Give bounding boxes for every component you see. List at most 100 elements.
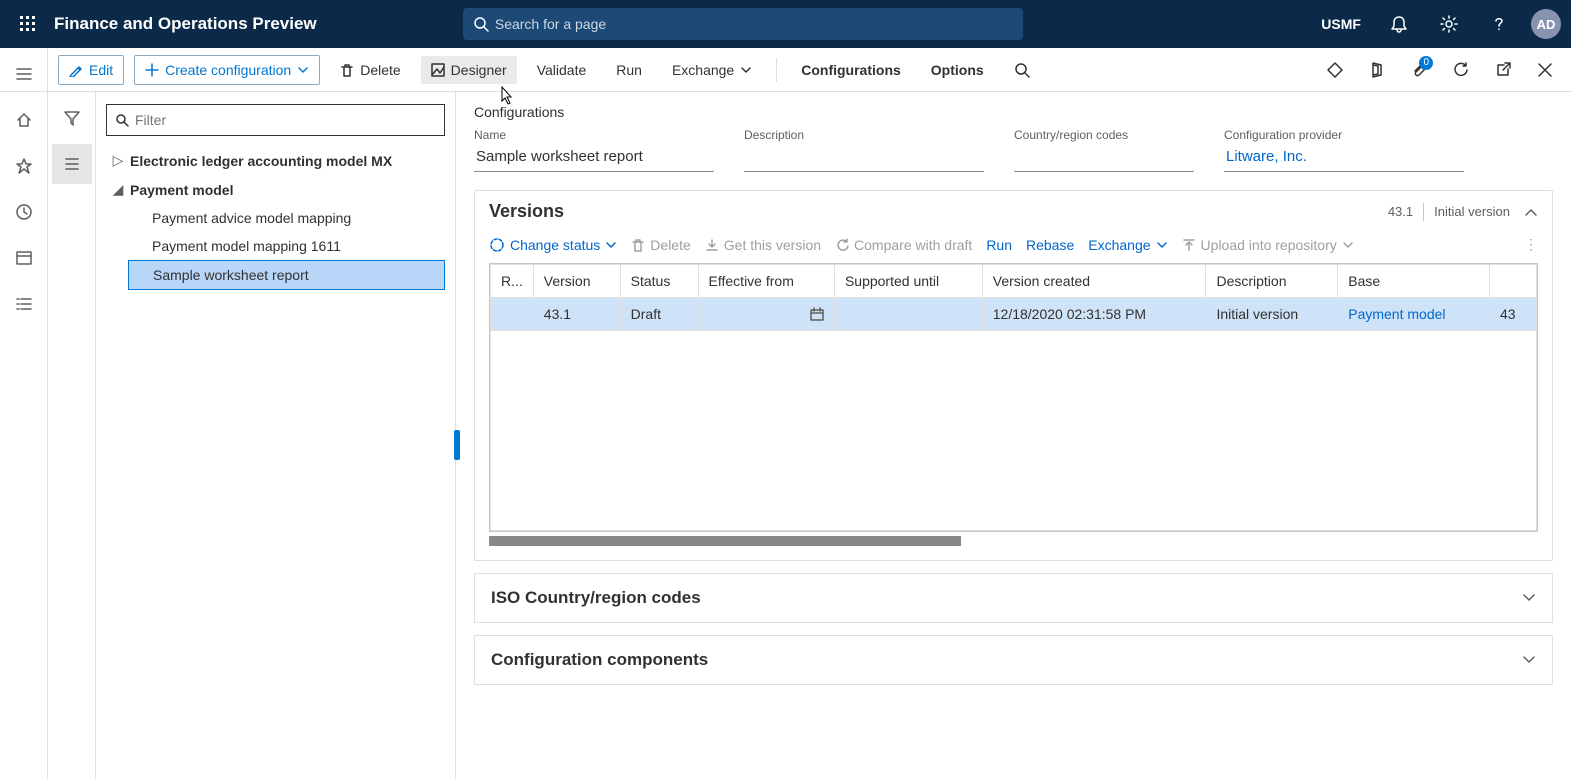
caret-right-icon[interactable]: ▷ xyxy=(110,152,126,169)
list-icon[interactable] xyxy=(52,144,92,184)
attach-icon[interactable]: 0 xyxy=(1403,54,1435,86)
gear-icon[interactable] xyxy=(1431,6,1467,42)
cell-created[interactable]: 12/18/2020 02:31:58 PM xyxy=(982,298,1206,331)
tree-filter-input[interactable] xyxy=(135,112,436,128)
versions-grid: R... Version Status Effective from Suppo… xyxy=(489,263,1538,532)
versions-toolbar: Change status Delete Get this version Co… xyxy=(475,232,1552,263)
status-icon xyxy=(489,237,505,253)
grid-row[interactable]: 43.1 Draft 12/18/2020 02:31:58 PM Initia… xyxy=(491,298,1537,331)
waffle-icon[interactable] xyxy=(10,6,46,42)
cell-supported[interactable] xyxy=(834,298,982,331)
col-base[interactable]: Base xyxy=(1338,265,1490,298)
cell-base-ver[interactable]: 43 xyxy=(1490,298,1537,331)
command-bar: Edit Create configuration Delete Designe… xyxy=(0,48,1571,92)
col-base-ver[interactable] xyxy=(1490,265,1537,298)
favorites-icon[interactable] xyxy=(4,146,44,186)
col-r[interactable]: R... xyxy=(491,265,534,298)
help-icon[interactable] xyxy=(1481,6,1517,42)
horizontal-scrollbar[interactable] xyxy=(489,536,1538,546)
company-label[interactable]: USMF xyxy=(1315,16,1367,32)
version-run-label: Run xyxy=(986,237,1012,253)
col-status[interactable]: Status xyxy=(620,265,698,298)
tree-node-payment-mapping-1611[interactable]: Payment model mapping 1611 xyxy=(128,232,445,260)
tree-node-sample-worksheet-report[interactable]: Sample worksheet report xyxy=(128,260,445,290)
rebase-button[interactable]: Rebase xyxy=(1026,237,1074,253)
search-icon xyxy=(115,113,129,127)
command-bar-right: 0 xyxy=(1319,54,1561,86)
office-icon[interactable] xyxy=(1361,54,1393,86)
chevron-down-icon xyxy=(740,64,752,76)
notification-icon[interactable] xyxy=(1381,6,1417,42)
search-box[interactable] xyxy=(463,8,1023,40)
caret-down-icon[interactable]: ◢ xyxy=(110,181,126,198)
delete-label: Delete xyxy=(360,62,400,78)
designer-label: Designer xyxy=(451,62,507,78)
chevron-up-icon[interactable] xyxy=(1524,205,1538,219)
versions-header[interactable]: Versions 43.1 Initial version xyxy=(475,191,1552,232)
validate-button[interactable]: Validate xyxy=(527,56,597,84)
calendar-icon[interactable] xyxy=(810,307,824,321)
cell-base[interactable]: Payment model xyxy=(1338,298,1490,331)
upload-repository-button[interactable]: Upload into repository xyxy=(1182,237,1354,253)
run-button[interactable]: Run xyxy=(606,56,652,84)
create-configuration-button[interactable]: Create configuration xyxy=(134,55,320,85)
tree-node-electronic-ledger[interactable]: ▷ Electronic ledger accounting model MX xyxy=(106,146,445,175)
search-input[interactable] xyxy=(495,16,1013,32)
country-value[interactable] xyxy=(1014,144,1194,172)
action-search-button[interactable] xyxy=(1004,56,1040,84)
cell-version[interactable]: 43.1 xyxy=(533,298,620,331)
home-icon[interactable] xyxy=(4,100,44,140)
configurations-tab[interactable]: Configurations xyxy=(791,56,911,84)
col-effective[interactable]: Effective from xyxy=(698,265,834,298)
col-description[interactable]: Description xyxy=(1206,265,1338,298)
recent-icon[interactable] xyxy=(4,192,44,232)
validate-label: Validate xyxy=(537,62,587,78)
grid-header-row: R... Version Status Effective from Suppo… xyxy=(491,265,1537,298)
close-icon[interactable] xyxy=(1529,54,1561,86)
base-link[interactable]: Payment model xyxy=(1348,306,1445,322)
attach-badge: 0 xyxy=(1419,56,1433,70)
cell-r[interactable] xyxy=(491,298,534,331)
popout-icon[interactable] xyxy=(1487,54,1519,86)
change-status-button[interactable]: Change status xyxy=(489,237,617,253)
description-value[interactable] xyxy=(744,144,984,172)
delete-button[interactable]: Delete xyxy=(330,56,410,84)
provider-value[interactable]: Litware, Inc. xyxy=(1224,144,1464,172)
filter-icon[interactable] xyxy=(52,98,92,138)
diamond-icon[interactable] xyxy=(1319,54,1351,86)
more-icon[interactable]: ⋮ xyxy=(1524,236,1538,253)
configurations-label: Configurations xyxy=(801,62,901,78)
col-version[interactable]: Version xyxy=(533,265,620,298)
edit-button[interactable]: Edit xyxy=(58,55,124,85)
separator xyxy=(776,58,777,82)
version-exchange-button[interactable]: Exchange xyxy=(1088,237,1167,253)
modules-icon[interactable] xyxy=(4,284,44,324)
designer-icon xyxy=(431,63,445,77)
options-label: Options xyxy=(931,62,984,78)
components-section[interactable]: Configuration components xyxy=(474,635,1553,685)
iso-section[interactable]: ISO Country/region codes xyxy=(474,573,1553,623)
tree-node-payment-advice-mapping[interactable]: Payment advice model mapping xyxy=(128,204,445,232)
version-delete-button[interactable]: Delete xyxy=(631,237,690,253)
name-value[interactable]: Sample worksheet report xyxy=(474,144,714,172)
exchange-button[interactable]: Exchange xyxy=(662,56,762,84)
cell-description[interactable]: Initial version xyxy=(1206,298,1338,331)
workspaces-icon[interactable] xyxy=(4,238,44,278)
cell-status[interactable]: Draft xyxy=(620,298,698,331)
avatar[interactable]: AD xyxy=(1531,9,1561,39)
get-version-button[interactable]: Get this version xyxy=(705,237,821,253)
pencil-icon xyxy=(69,63,83,77)
cell-effective[interactable] xyxy=(698,298,834,331)
designer-button[interactable]: Designer xyxy=(421,56,517,84)
col-supported[interactable]: Supported until xyxy=(834,265,982,298)
col-created[interactable]: Version created xyxy=(982,265,1206,298)
field-description: Description xyxy=(744,128,984,172)
refresh-icon[interactable] xyxy=(1445,54,1477,86)
chevron-down-icon xyxy=(1522,653,1536,667)
tree-node-payment-model[interactable]: ◢ Payment model xyxy=(106,175,445,204)
compare-button[interactable]: Compare with draft xyxy=(835,237,972,253)
chevron-down-icon xyxy=(1522,591,1536,605)
options-tab[interactable]: Options xyxy=(921,56,994,84)
version-run-button[interactable]: Run xyxy=(986,237,1012,253)
tree-filter-box[interactable] xyxy=(106,104,445,136)
